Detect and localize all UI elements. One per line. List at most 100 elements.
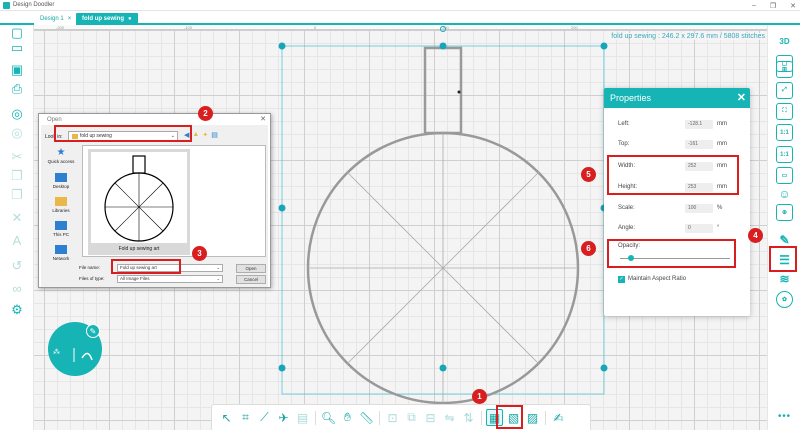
properties-close-icon[interactable]: ✕ — [737, 91, 746, 104]
text-icon[interactable]: A — [9, 232, 25, 248]
pan-hand-icon[interactable]: ✋︎ — [339, 409, 356, 426]
cut-icon[interactable]: ✂ — [9, 149, 25, 165]
align-icon[interactable]: ⊡ — [384, 409, 401, 426]
file-type-value: All Image Files — [120, 276, 150, 281]
pointer-icon[interactable]: ↖ — [218, 409, 235, 426]
save-icon[interactable]: ▣ — [9, 62, 25, 78]
place-desktop[interactable]: Desktop — [43, 173, 79, 189]
highlight-properties-icon — [769, 246, 797, 272]
place-quick-access[interactable]: ★ Quick access — [43, 147, 79, 164]
paste-icon[interactable]: ❐ — [9, 187, 25, 203]
tab-design-1[interactable]: Design 1 × — [34, 13, 78, 25]
up-folder-icon[interactable]: ▲ — [192, 131, 199, 139]
annotation-badge-5: 5 — [581, 167, 596, 182]
annotation-badge-2: 2 — [198, 106, 213, 121]
view-menu-icon[interactable]: ▤ — [211, 131, 218, 139]
angle-input[interactable]: 0 — [685, 224, 713, 233]
monitor-icon[interactable]: ▭ — [776, 167, 793, 184]
separator — [481, 410, 482, 425]
stitch-icon[interactable]: ◎ — [9, 106, 25, 122]
measure-icon[interactable]: 📏︎ — [358, 409, 375, 426]
3d-view-button[interactable]: 3D — [776, 33, 793, 50]
fill-icon[interactable]: ◎ — [9, 125, 25, 141]
scale-input[interactable]: 100 — [685, 204, 713, 213]
left-input[interactable]: -128.1 — [685, 120, 713, 129]
settings-icon[interactable]: ⚙ — [9, 302, 25, 318]
close-window-button[interactable]: ✕ — [790, 2, 796, 10]
left-unit: mm — [717, 121, 727, 127]
place-label: This PC — [52, 232, 69, 237]
delete-icon[interactable]: ✕ — [9, 210, 25, 226]
shape-icon[interactable]: ↺ — [9, 258, 25, 274]
file-type-select[interactable]: All Image Files ⌄ — [117, 275, 223, 283]
highlight-opacity — [607, 239, 736, 268]
dialog-close-icon[interactable]: ✕ — [260, 115, 266, 123]
chevron-down-icon: ⌄ — [216, 265, 220, 270]
flip-vertical-icon[interactable]: ⇅ — [460, 409, 477, 426]
signature-icon[interactable]: ✍︎ — [550, 409, 567, 426]
crop-icon[interactable]: ⌗ — [237, 409, 254, 426]
scale-1-1-alt-button[interactable]: 1:1 — [776, 146, 793, 163]
eraser-icon[interactable]: ▤ — [294, 409, 311, 426]
maximize-button[interactable]: ❐ — [770, 2, 776, 10]
minimize-button[interactable]: – — [752, 2, 756, 9]
file-type-label: Files of type: — [79, 276, 105, 281]
left-label: Left: — [618, 121, 630, 127]
zoom-icon[interactable]: 🔍︎ — [320, 409, 337, 426]
highlight-import-image — [496, 405, 523, 429]
grid-icon[interactable]: ⊞ — [776, 61, 793, 78]
scale-unit: % — [717, 205, 723, 211]
face-icon[interactable]: ☺ — [776, 185, 793, 202]
scale-label: Scale: — [618, 205, 635, 211]
more-options-icon[interactable]: • • • — [778, 411, 790, 422]
angle-label: Angle: — [618, 225, 636, 231]
top-input[interactable]: -161 — [685, 140, 713, 149]
places-bar: ★ Quick access Desktop Libraries This PC… — [43, 145, 79, 261]
zoom-fit-icon[interactable]: ⛶ — [776, 103, 793, 120]
maintain-aspect-checkbox[interactable]: ✓ — [618, 276, 625, 283]
knife-icon[interactable]: ✈ — [275, 409, 292, 426]
scale-1-1-button[interactable]: 1:1 — [776, 124, 793, 141]
tab-strip: Design 1 × fold up sewing ● — [0, 11, 800, 25]
tab-close-icon[interactable]: × — [68, 13, 72, 25]
arrange-icon[interactable]: ⊟ — [422, 409, 439, 426]
svg-text:⁂: ⁂ — [53, 348, 60, 356]
tab-label: Design 1 — [40, 16, 64, 22]
separator — [315, 410, 316, 425]
libraries-icon — [55, 197, 67, 206]
rotate-handle[interactable] — [440, 26, 446, 32]
file-item[interactable]: Fold up sewing art — [88, 149, 190, 255]
fit-icon[interactable]: ⤢ — [776, 82, 793, 99]
new-folder-icon[interactable]: ✦ — [202, 131, 208, 139]
annotation-badge-1: 1 — [472, 389, 487, 404]
pencil-icon[interactable]: ✎ — [86, 324, 100, 338]
copy-icon[interactable]: ❐ — [9, 168, 25, 184]
print-icon[interactable]: ⎙ — [9, 81, 25, 97]
place-network[interactable]: Network — [43, 245, 79, 261]
image-edit-icon[interactable]: ▨ — [524, 409, 541, 426]
node-edit-icon[interactable]: ⟋ — [256, 409, 273, 426]
hole-marker — [457, 90, 461, 94]
app-icon — [3, 1, 10, 9]
highlight-look-in — [54, 125, 192, 142]
open-button[interactable]: Open — [236, 264, 266, 273]
top-unit: mm — [717, 141, 727, 147]
file-list: Fold up sewing art — [82, 145, 266, 257]
flip-horizontal-icon[interactable]: ⇋ — [441, 409, 458, 426]
highlight-width-height — [607, 155, 739, 195]
group-icon[interactable]: ⧉ — [403, 409, 420, 426]
link-icon[interactable]: ∞ — [9, 280, 25, 296]
sewing-icon[interactable]: ✿ — [776, 291, 793, 308]
place-libraries[interactable]: Libraries — [43, 197, 79, 213]
dialog-title: Open — [47, 116, 62, 123]
open-folder-icon[interactable]: ▭ — [9, 40, 25, 56]
cancel-button[interactable]: Cancel — [236, 275, 266, 284]
new-file-icon[interactable]: ▢ — [9, 25, 25, 41]
place-this-pc[interactable]: This PC — [43, 221, 79, 237]
annotation-badge-6: 6 — [581, 241, 596, 256]
tab-fold-up-sewing[interactable]: fold up sewing ● — [76, 13, 138, 25]
layers-icon[interactable]: ≋ — [776, 270, 793, 287]
annotation-badge-4: 4 — [748, 228, 763, 243]
left-toolbar: ▢ ▭ ▣ ⎙ ◎ ◎ ✂ ❐ ❐ ✕ A ↺ ∞ ⚙ — [0, 25, 34, 430]
hoop-icon[interactable]: ⊕ — [776, 204, 793, 221]
